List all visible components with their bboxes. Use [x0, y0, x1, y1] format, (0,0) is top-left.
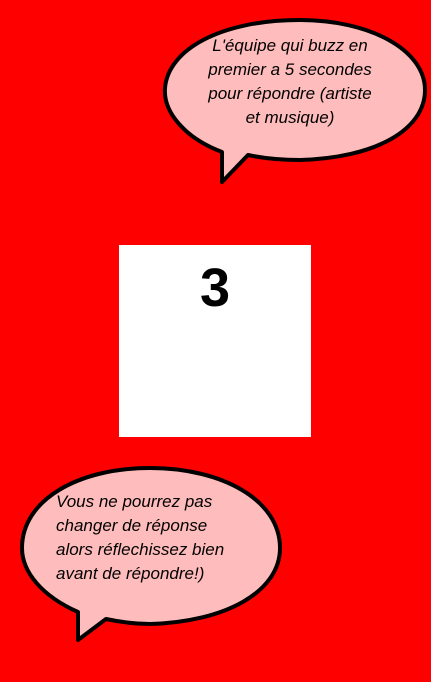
speech-bubble-bottom-line-3: alors réflechissez bien — [56, 540, 225, 559]
speech-bubble-top-text: L'équipe qui buzz en premier a 5 seconde… — [180, 34, 400, 130]
countdown-number: 3 — [199, 258, 231, 318]
countdown-card: 3 — [119, 245, 311, 437]
speech-bubble-top-line-3: pour répondre (artiste — [208, 84, 372, 103]
speech-bubble-top-line-2: premier a 5 secondes — [208, 60, 372, 79]
speech-bubble-top-line-4: et musique) — [245, 108, 335, 127]
speech-bubble-bottom-text: Vous ne pourrez pas changer de réponse a… — [52, 490, 276, 586]
speech-bubble-top-line-1: L'équipe qui buzz en — [212, 36, 368, 55]
speech-bubble-bottom-line-2: changer de réponse — [56, 516, 208, 535]
speech-bubble-bottom-line-4: avant de répondre!) — [56, 564, 205, 583]
speech-bubble-bottom-line-1: Vous ne pourrez pas — [56, 492, 213, 511]
game-screen: L'équipe qui buzz en premier a 5 seconde… — [0, 0, 431, 682]
